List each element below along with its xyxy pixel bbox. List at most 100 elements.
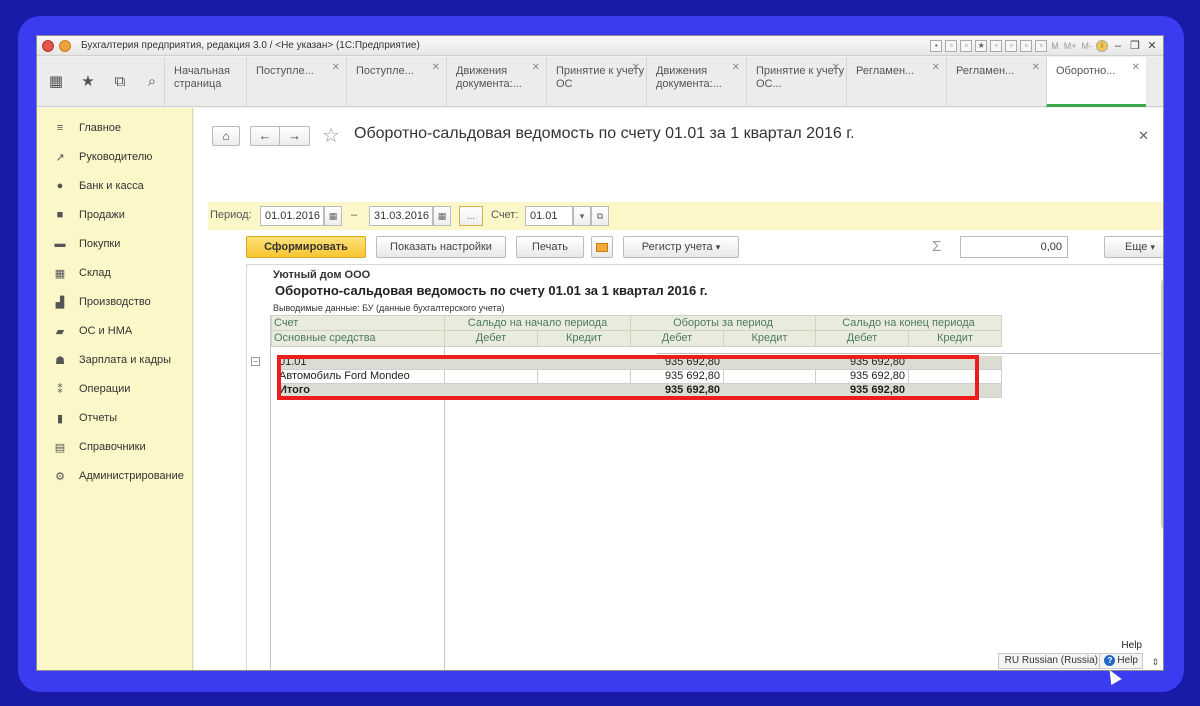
calendar-to-icon[interactable]: ▦	[433, 206, 451, 226]
scroll-arrows-icon[interactable]: ⇕	[1151, 657, 1159, 668]
warehouse-icon: ▦	[54, 267, 66, 280]
page-title: Оборотно-сальдовая ведомость по счету 01…	[354, 125, 855, 142]
date-from-field[interactable]: 01.01.2016	[260, 206, 324, 226]
memory-button[interactable]: M	[1051, 41, 1059, 51]
sidebar-item-purchases[interactable]: ▬ Покупки	[53, 235, 121, 253]
close-tab-icon[interactable]: ✕	[1132, 61, 1140, 74]
close-tab-icon[interactable]: ✕	[532, 61, 540, 74]
header-opening: Сальдо на начало периода	[444, 315, 631, 331]
main-content: ⌂ ← → ☆ Оборотно-сальдовая ведомость по …	[194, 108, 1163, 670]
help-button[interactable]: ? Help	[1099, 653, 1143, 669]
status-bar: RU Russian (Russia) ? Help ⇕	[37, 652, 1163, 670]
sidebar-item-manager[interactable]: ↗ Руководителю	[53, 148, 152, 166]
window-title: Бухгалтерия предприятия, редакция 3.0 / …	[81, 40, 420, 51]
table-icon[interactable]: ▫	[1035, 39, 1048, 52]
email-button[interactable]	[591, 236, 613, 258]
tab-movements-2[interactable]: Движения документа:... ✕	[646, 57, 746, 107]
tab-acceptance-2[interactable]: Принятие к учету ОС... ✕	[746, 57, 846, 107]
toolbar: Сформировать Показать настройки Печать Р…	[194, 236, 1163, 260]
title-bar: Бухгалтерия предприятия, редакция 3.0 / …	[37, 36, 1163, 56]
gear-icon: ⚙	[55, 470, 65, 483]
home-button[interactable]: ⌂	[212, 126, 240, 146]
calendar-icon[interactable]: ▫	[1005, 39, 1018, 52]
vertical-scrollbar[interactable]	[1161, 279, 1163, 529]
tab-home[interactable]: Начальная страница	[164, 57, 246, 107]
parameters-panel: Период: 01.01.2016 ▦ – 31.03.2016 ▦ ... …	[208, 202, 1163, 230]
sidebar-item-fixed-assets[interactable]: ▰ ОС и НМА	[53, 322, 132, 340]
tab-regulation-2[interactable]: Регламен... ✕	[946, 57, 1046, 107]
sidebar-item-main[interactable]: ≡ Главное	[53, 119, 121, 137]
forward-button[interactable]: →	[280, 126, 310, 146]
calendar-from-icon[interactable]: ▦	[324, 206, 342, 226]
report-title: Оборотно-сальдовая ведомость по счету 01…	[275, 283, 708, 298]
generate-button[interactable]: Сформировать	[246, 236, 366, 258]
show-settings-button[interactable]: Показать настройки	[376, 236, 506, 258]
close-tab-icon[interactable]: ✕	[732, 61, 740, 74]
favorite-icon[interactable]: ★	[975, 39, 988, 52]
top-panel: ▦ ★ ⧉ ⌕ Начальная страница Поступле... ✕ …	[37, 57, 1163, 107]
close-tab-icon[interactable]: ✕	[832, 61, 840, 74]
favorite-star-icon[interactable]: ☆	[322, 123, 340, 148]
sidebar-item-references[interactable]: ▤ Справочники	[53, 438, 146, 456]
apps-grid-icon[interactable]: ▦	[45, 71, 67, 93]
sum-field[interactable]: 0,00	[960, 236, 1068, 258]
close-tab-icon[interactable]: ✕	[632, 61, 640, 74]
home-icon: ⌂	[222, 129, 230, 143]
sidebar-item-production[interactable]: ▟ Производство	[53, 293, 151, 311]
back-button[interactable]: ←	[250, 126, 280, 146]
language-indicator[interactable]: RU Russian (Russia)	[997, 653, 1105, 669]
minimize-icon[interactable]: –	[1111, 40, 1125, 52]
close-window-icon[interactable]: ✕	[1145, 39, 1159, 52]
report-sheet[interactable]: Уютный дом ООО Оборотно-сальдовая ведомо…	[246, 264, 1163, 670]
chevron-down-icon[interactable]: ▾	[573, 206, 591, 226]
close-tab-icon[interactable]: ✕	[932, 61, 940, 74]
sidebar-item-reports[interactable]: ▮ Отчеты	[53, 409, 117, 427]
sidebar-item-salary[interactable]: ☗ Зарплата и кадры	[53, 351, 171, 369]
register-button[interactable]: Регистр учета ▾	[623, 236, 739, 258]
history-icon[interactable]: ▫	[990, 39, 1003, 52]
header-debit: Дебет	[815, 330, 909, 347]
print-button[interactable]: Печать	[516, 236, 584, 258]
tab-regulation-1[interactable]: Регламен... ✕	[846, 57, 946, 107]
header-credit: Кредит	[723, 330, 816, 347]
calculator-icon[interactable]: ▫	[1020, 39, 1033, 52]
period-select-button[interactable]: ...	[459, 206, 483, 226]
close-tab-icon[interactable]: ✕	[432, 61, 440, 74]
tab-receipt-1[interactable]: Поступле... ✕	[246, 57, 346, 107]
date-to-field[interactable]: 31.03.2016	[369, 206, 433, 226]
tab-movements-1[interactable]: Движения документа:... ✕	[446, 57, 546, 107]
close-form-icon[interactable]: ✕	[1138, 128, 1149, 144]
tab-turnover-sheet[interactable]: Оборотно... ✕	[1046, 57, 1146, 107]
bag-icon: ■	[56, 209, 64, 221]
app-window: Бухгалтерия предприятия, редакция 3.0 / …	[36, 35, 1164, 671]
save-icon[interactable]: ▪	[930, 39, 943, 52]
tab-acceptance-1[interactable]: Принятие к учету ОС ✕	[546, 57, 646, 107]
history-icon[interactable]: ⧉	[109, 71, 131, 93]
sidebar-item-admin[interactable]: ⚙ Администрирование	[53, 467, 184, 485]
sidebar-item-bank[interactable]: ● Банк и касса	[53, 177, 144, 195]
memory-plus-button[interactable]: M+	[1064, 41, 1077, 51]
separator-line	[657, 353, 1163, 354]
main-menu-icon[interactable]	[59, 39, 71, 52]
header-credit: Кредит	[537, 330, 631, 347]
restore-icon[interactable]: ❐	[1128, 39, 1142, 52]
more-button[interactable]: Еще ▾	[1104, 236, 1163, 258]
app-logo-icon[interactable]	[42, 39, 54, 52]
sidebar-item-operations[interactable]: ⁑ Операции	[53, 380, 130, 398]
header-turnover: Обороты за период	[630, 315, 816, 331]
close-tab-icon[interactable]: ✕	[332, 61, 340, 74]
period-label: Период:	[210, 209, 252, 221]
info-icon[interactable]: i	[1096, 39, 1108, 52]
print-icon[interactable]: ▫	[945, 39, 958, 52]
close-tab-icon[interactable]: ✕	[1032, 61, 1040, 74]
open-link-icon[interactable]: ⧉	[591, 206, 609, 226]
star-icon[interactable]: ★	[77, 71, 99, 93]
sidebar-item-sales[interactable]: ■ Продажи	[53, 206, 125, 224]
memory-minus-button[interactable]: M-	[1082, 41, 1093, 51]
search-icon[interactable]: ⌕	[141, 71, 163, 93]
preview-icon[interactable]: ▫	[960, 39, 973, 52]
account-field[interactable]: 01.01	[525, 206, 573, 226]
sidebar-item-warehouse[interactable]: ▦ Склад	[53, 264, 111, 282]
tab-receipt-2[interactable]: Поступле... ✕	[346, 57, 446, 107]
collapse-group-icon[interactable]: −	[251, 357, 260, 366]
